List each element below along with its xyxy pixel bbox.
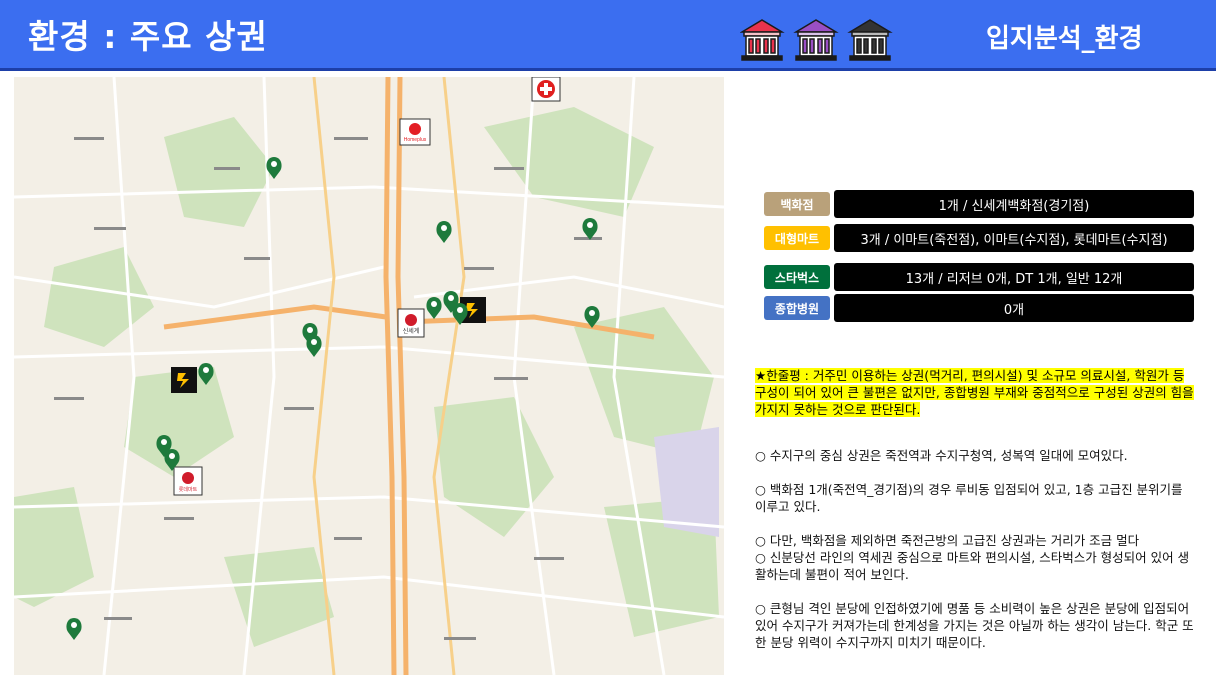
hospital-icon[interactable]: [531, 77, 561, 102]
note-item: ○ 신분당선 라인의 역세권 중심으로 마트와 편의시설, 스타벅스가 형성되어…: [755, 550, 1190, 582]
legend-row-department-store: 백화점 1개 / 신세계백화점(경기점): [764, 190, 1194, 218]
note-item: ○ 수지구의 중심 상권은 죽전역과 수지구청역, 성복역 일대에 모여있다.: [755, 448, 1128, 463]
note-item: ○ 백화점 1개(죽전역_경기점)의 경우 루비동 입점되어 있고, 1층 고급…: [755, 482, 1183, 514]
building-icon: [847, 19, 893, 61]
area-map[interactable]: Homeplus 신세계 롯데마트: [14, 77, 724, 675]
note-item: ○ 다만, 백화점을 제외하면 죽전근방의 고급진 상권과는 거리가 조금 멀다: [755, 533, 1140, 548]
shinsegae-icon[interactable]: 신세계: [397, 308, 425, 338]
category-value: 13개 / 리저브 0개, DT 1개, 일반 12개: [834, 263, 1194, 291]
header-divider: [0, 68, 1216, 71]
header-bar: 환경 : 주요 상권 입지분석_환경: [0, 0, 1216, 68]
category-tag: 대형마트: [764, 226, 830, 250]
starbucks-pin-icon[interactable]: [66, 618, 82, 640]
starbucks-pin-icon[interactable]: [582, 218, 598, 240]
category-tag: 스타벅스: [764, 265, 830, 289]
lotte-label: 롯데마트: [179, 486, 198, 493]
category-tag: 백화점: [764, 192, 830, 216]
one-line-review: ★한줄평 : 거주민 이용하는 상권(먹거리, 편의시설) 및 소규모 의료시설…: [755, 367, 1195, 418]
lotte-mart-icon[interactable]: 롯데마트: [173, 466, 203, 496]
category-value: 3개 / 이마트(죽전점), 이마트(수지점), 롯데마트(수지점): [834, 224, 1194, 252]
starbucks-pin-icon[interactable]: [426, 297, 442, 319]
page-title: 환경 : 주요 상권: [28, 17, 268, 56]
legend-row-hospital: 종합병원 0개: [764, 294, 1194, 322]
emart-icon[interactable]: [171, 367, 197, 393]
starbucks-pin-icon[interactable]: [436, 221, 452, 243]
shinsegae-label: 신세계: [403, 327, 420, 335]
building-icon: [740, 19, 785, 61]
category-tag: 종합병원: [764, 296, 830, 320]
legend-row-hypermarket: 대형마트 3개 / 이마트(죽전점), 이마트(수지점), 롯데마트(수지점): [764, 224, 1194, 252]
category-value: 0개: [834, 294, 1194, 322]
one-line-review-text: ★한줄평 : 거주민 이용하는 상권(먹거리, 편의시설) 및 소규모 의료시설…: [755, 368, 1194, 417]
building-icon: [793, 19, 839, 61]
slide: 환경 : 주요 상권 입지분석_환경 Homeplus 신세계 롯데마트 백화점…: [0, 0, 1216, 684]
building-icons: [740, 19, 893, 61]
homeplus-label: Homeplus: [404, 137, 427, 143]
category-value: 1개 / 신세계백화점(경기점): [834, 190, 1194, 218]
analysis-notes: ○ 수지구의 중심 상권은 죽전역과 수지구청역, 성복역 일대에 모여있다. …: [755, 447, 1195, 651]
note-item: ○ 큰형님 격인 분당에 인접하였기에 명품 등 소비력이 높은 상권은 분당에…: [755, 601, 1194, 650]
map-canvas: Homeplus 신세계 롯데마트: [14, 77, 724, 675]
starbucks-pin-icon[interactable]: [306, 335, 322, 357]
homeplus-icon[interactable]: Homeplus: [399, 118, 431, 146]
legend-row-starbucks: 스타벅스 13개 / 리저브 0개, DT 1개, 일반 12개: [764, 263, 1194, 291]
section-title: 입지분석_환경: [986, 24, 1143, 54]
